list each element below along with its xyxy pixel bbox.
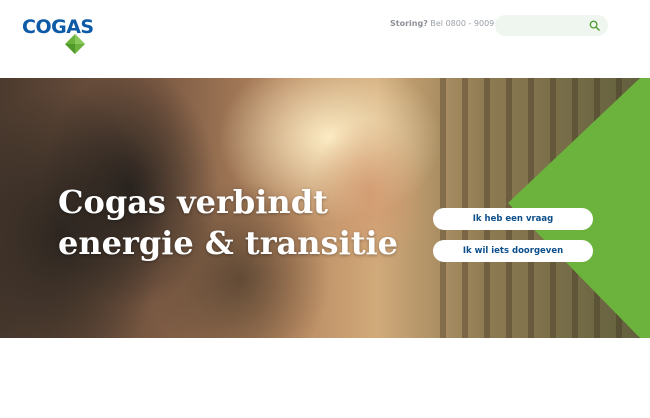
storing-info: Storing? Bel 0800 - 9009 [390, 19, 494, 28]
report-button[interactable]: Ik wil iets doorgeven [433, 240, 593, 262]
hero-headline: Cogas verbindt energie & transitie [58, 182, 438, 264]
cogas-logo[interactable]: COGAS [22, 15, 102, 54]
storing-phone[interactable]: Bel 0800 - 9009 [430, 19, 494, 28]
search-input[interactable] [505, 18, 589, 35]
question-button[interactable]: Ik heb een vraag [433, 208, 593, 230]
search-icon[interactable] [589, 20, 600, 31]
search-box[interactable] [495, 15, 608, 36]
site-header: COGAS Storing? Bel 0800 - 9009 [0, 0, 650, 78]
headline-line-1: Cogas verbindt [58, 183, 328, 221]
storing-label: Storing? [390, 19, 428, 28]
logo-diamond-icon [65, 34, 85, 54]
headline-line-2: energie & transitie [58, 224, 399, 262]
hero-banner: Cogas verbindt energie & transitie Ik he… [0, 78, 650, 338]
